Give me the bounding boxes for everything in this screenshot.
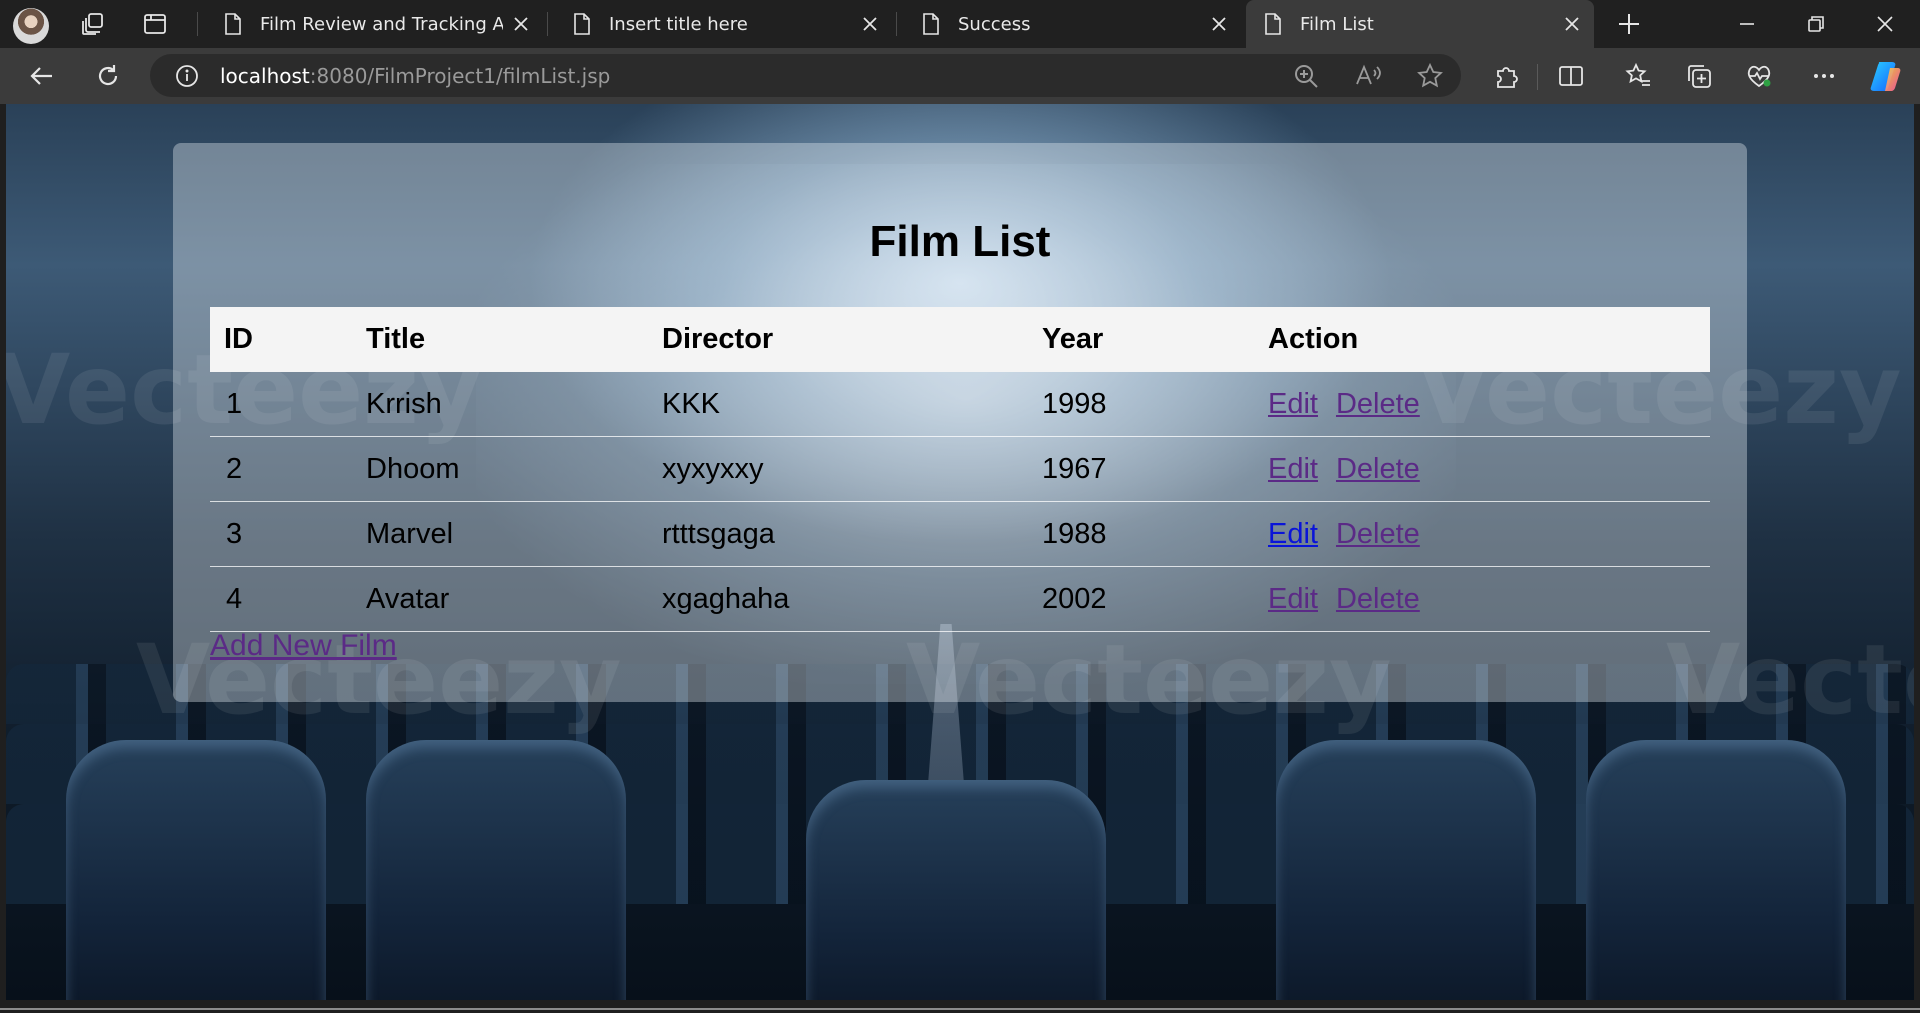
read-aloud-icon[interactable] [1354, 62, 1382, 90]
page-viewport: Vecteezy Vecteezy Vecteezy Vecteezy Vect… [6, 104, 1914, 1000]
profile-avatar[interactable] [13, 8, 49, 44]
extensions-icon[interactable] [1492, 62, 1520, 90]
edit-link[interactable]: Edit [1268, 583, 1318, 615]
toolbar-separator [1537, 64, 1538, 90]
table-row: 4 Avatar xgaghaha 2002 Edit Delete [210, 566, 1710, 632]
split-screen-icon[interactable] [1557, 62, 1585, 90]
bottom-divider [0, 1008, 1920, 1010]
film-director: KKK [648, 372, 1028, 437]
column-header-title: Title [352, 307, 648, 372]
film-actions: Edit Delete [1254, 436, 1710, 502]
new-tab-icon[interactable] [1616, 11, 1642, 37]
close-window-icon[interactable] [1873, 12, 1897, 36]
edit-link[interactable]: Edit [1268, 453, 1318, 485]
column-header-id: ID [210, 307, 352, 372]
film-id: 3 [210, 501, 352, 567]
film-year: 2002 [1028, 566, 1254, 632]
film-actions: Edit Delete [1254, 501, 1710, 567]
tab-title: Success [958, 13, 1031, 35]
column-header-director: Director [648, 307, 1028, 372]
film-director: rtttsgaga [648, 501, 1028, 567]
page-icon [923, 13, 939, 35]
more-options-icon[interactable] [1810, 62, 1838, 90]
film-title: Avatar [352, 566, 648, 632]
workspaces-icon[interactable] [80, 11, 106, 37]
url-path: :8080/FilmProject1/filmList.jsp [309, 63, 611, 88]
delete-link[interactable]: Delete [1336, 518, 1420, 550]
tab-title: Film List [1300, 13, 1374, 35]
close-tab-icon[interactable] [1211, 16, 1227, 32]
film-year: 1967 [1028, 436, 1254, 502]
film-title: Krrish [352, 372, 648, 437]
window-bottom-edge [0, 1000, 1920, 1013]
site-info-icon[interactable] [174, 63, 200, 89]
film-year: 1998 [1028, 372, 1254, 437]
tab-film-review[interactable]: Film Review and Tracking App [206, 0, 543, 48]
delete-link[interactable]: Delete [1336, 388, 1420, 420]
table-header-row: ID Title Director Year Action [210, 307, 1710, 372]
zoom-icon[interactable] [1292, 62, 1320, 90]
film-year: 1988 [1028, 501, 1254, 567]
film-director: xgaghaha [648, 566, 1028, 632]
page-icon [1265, 13, 1281, 35]
restore-icon[interactable] [1804, 12, 1828, 36]
seat-silhouette [366, 740, 626, 1000]
film-id: 2 [210, 436, 352, 502]
edit-link[interactable]: Edit [1268, 388, 1318, 420]
film-title: Marvel [352, 501, 648, 567]
back-arrow-icon[interactable] [28, 62, 56, 90]
film-title: Dhoom [352, 436, 648, 502]
favorites-icon[interactable] [1624, 62, 1652, 90]
column-header-year: Year [1028, 307, 1254, 372]
delete-link[interactable]: Delete [1336, 583, 1420, 615]
browser-tab-bar: Film Review and Tracking App Insert titl… [0, 0, 1920, 48]
refresh-icon[interactable] [94, 62, 122, 90]
seat-silhouette [806, 780, 1106, 1000]
film-actions: Edit Delete [1254, 372, 1710, 437]
seat-silhouette [66, 740, 326, 1000]
browser-toolbar: localhost:8080/FilmProject1/filmList.jsp [0, 48, 1920, 104]
tab-title: Insert title here [609, 13, 748, 35]
page-title: Film List [869, 217, 1051, 266]
tab-actions-icon[interactable] [142, 11, 168, 37]
collections-icon[interactable] [1685, 62, 1713, 90]
film-id: 1 [210, 372, 352, 437]
edit-link[interactable]: Edit [1268, 518, 1318, 550]
table-row: 2 Dhoom xyxyxxy 1967 Edit Delete [210, 436, 1710, 502]
tab-insert-title[interactable]: Insert title here [555, 0, 892, 48]
film-table: ID Title Director Year Action 1 Krrish K… [210, 307, 1710, 632]
film-list-panel: Film List ID Title Director Year Action … [173, 143, 1747, 702]
tab-separator [896, 12, 897, 36]
page-icon [225, 13, 241, 35]
browser-essentials-icon[interactable] [1745, 62, 1773, 90]
film-id: 4 [210, 566, 352, 632]
copilot-icon[interactable] [1868, 58, 1904, 94]
add-new-film-link[interactable]: Add New Film [210, 629, 397, 663]
tab-separator [547, 12, 548, 36]
close-tab-icon[interactable] [862, 16, 878, 32]
close-tab-icon[interactable] [513, 16, 529, 32]
page-icon [574, 13, 590, 35]
url-text: localhost:8080/FilmProject1/filmList.jsp [220, 64, 610, 88]
tab-separator [197, 12, 198, 36]
favorite-star-icon[interactable] [1416, 62, 1444, 90]
seat-silhouette [1276, 740, 1536, 1000]
column-header-action: Action [1254, 307, 1710, 372]
tab-film-list[interactable]: Film List [1246, 0, 1594, 48]
delete-link[interactable]: Delete [1336, 453, 1420, 485]
seat-silhouette [1586, 740, 1846, 1000]
close-tab-icon[interactable] [1564, 16, 1580, 32]
tab-success[interactable]: Success [904, 0, 1241, 48]
table-row: 3 Marvel rtttsgaga 1988 Edit Delete [210, 501, 1710, 567]
film-actions: Edit Delete [1254, 566, 1710, 632]
tab-title: Film Review and Tracking App [260, 13, 503, 35]
film-director: xyxyxxy [648, 436, 1028, 502]
url-host: localhost [220, 63, 310, 88]
address-bar[interactable]: localhost:8080/FilmProject1/filmList.jsp [150, 54, 1461, 97]
minimize-icon[interactable] [1735, 12, 1759, 36]
table-row: 1 Krrish KKK 1998 Edit Delete [210, 372, 1710, 437]
